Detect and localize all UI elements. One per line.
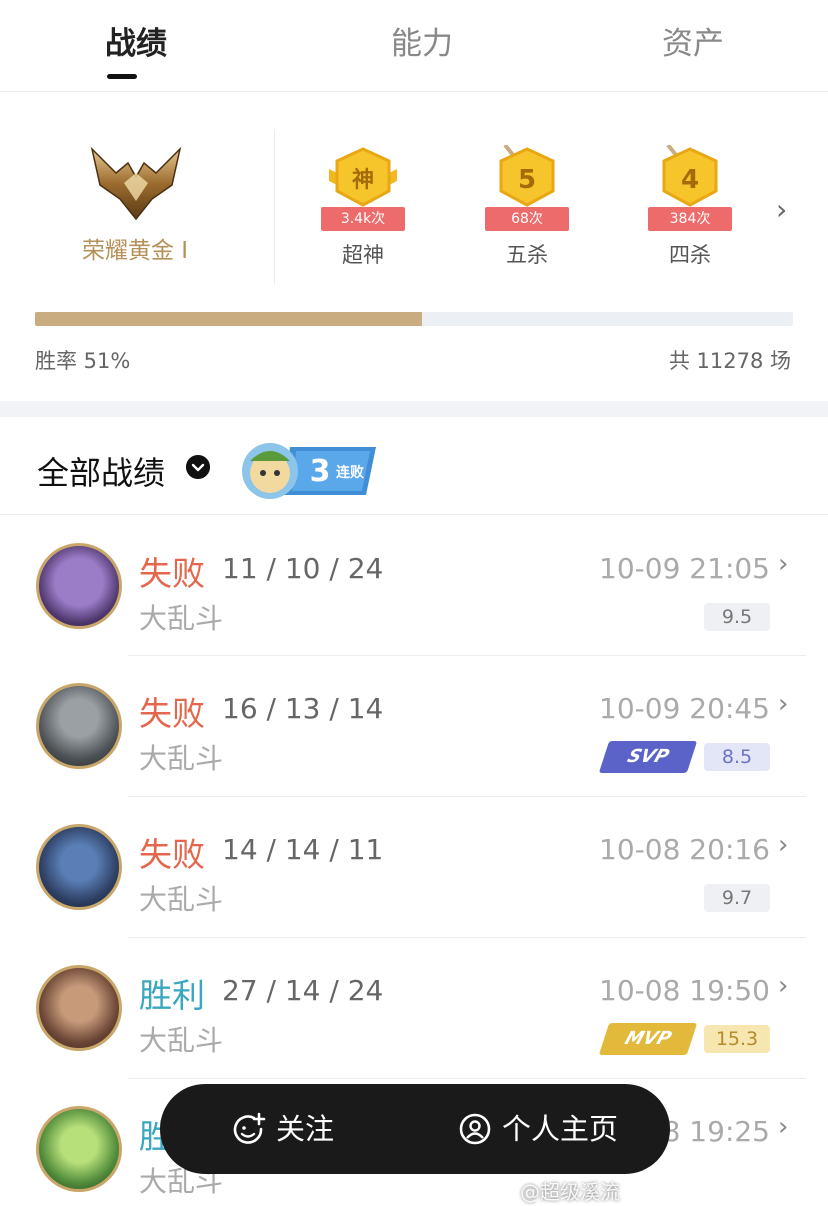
match-row[interactable]: 失败 11 / 10 / 24 大乱斗 10-09 21:05 › 9.5	[0, 515, 828, 656]
match-kda: 27 / 14 / 24	[222, 974, 384, 1007]
rank-name: 荣耀黄金 I	[81, 238, 189, 264]
match-time: 10-08 19:50	[599, 974, 770, 1007]
match-result: 胜利	[139, 976, 205, 1015]
match-result: 失败	[139, 694, 205, 733]
streak-number: 3	[310, 454, 331, 489]
match-score: 15.3	[704, 1025, 770, 1053]
match-row[interactable]: 胜利 27 / 14 / 24 大乱斗 10-08 19:50 › MVP 15…	[0, 937, 828, 1078]
floating-action-bar: 关注 个人主页	[160, 1084, 670, 1174]
match-score: 9.5	[704, 603, 770, 631]
achievement-count: 384次	[648, 207, 732, 231]
divider	[128, 1078, 806, 1079]
match-mode: 大乱斗	[139, 742, 224, 775]
watermark: @超级溪流	[520, 1180, 620, 1204]
profile-button[interactable]: 个人主页	[458, 1108, 658, 1150]
achievement-label: 超神	[342, 243, 384, 267]
achievement-label: 五杀	[506, 243, 548, 267]
winrate-bar-fill	[35, 312, 422, 326]
match-time: 10-09 20:45	[599, 692, 770, 725]
achievement-count: 3.4k次	[321, 207, 405, 231]
divider	[128, 655, 806, 656]
achievement-pentakill[interactable]: 5 68次 五杀	[472, 143, 582, 269]
achievement-count: 68次	[485, 207, 569, 231]
champion-avatar	[36, 824, 122, 910]
chevron-right-icon: ›	[778, 830, 789, 860]
chevron-right-icon: ›	[778, 549, 789, 579]
tab-ability[interactable]: 能力	[391, 18, 453, 63]
svp-badge: SVP	[598, 741, 698, 773]
match-mode: 大乱斗	[139, 1024, 224, 1057]
champion-avatar	[36, 543, 122, 629]
chevron-right-icon: ›	[778, 1112, 789, 1142]
section-gap	[0, 401, 828, 417]
match-row[interactable]: 失败 14 / 14 / 11 大乱斗 10-08 20:16 › 9.7	[0, 796, 828, 937]
medal-glyph: 神	[352, 167, 374, 193]
winrate-text: 胜率 51%	[35, 349, 131, 373]
champion-avatar	[36, 683, 122, 769]
champion-avatar	[36, 1106, 122, 1192]
section-title[interactable]: 全部战绩	[37, 448, 165, 494]
match-time: 10-09 21:05	[599, 552, 770, 585]
divider	[128, 796, 806, 797]
champion-avatar	[36, 965, 122, 1051]
chevron-right-icon: ›	[778, 971, 789, 1001]
total-games-text: 共 11278 场	[668, 349, 791, 373]
match-result: 失败	[139, 554, 205, 593]
losing-streak-badge-icon[interactable]: 3 连败	[238, 435, 378, 501]
match-mode: 大乱斗	[139, 883, 224, 916]
mvp-badge: MVP	[598, 1023, 698, 1055]
match-history-header: 全部战绩 3 连败	[0, 417, 828, 515]
profile-label: 个人主页	[502, 1112, 619, 1146]
active-tab-indicator	[107, 74, 137, 79]
match-time: 8 19:25	[662, 1115, 770, 1148]
match-kda: 16 / 13 / 14	[222, 692, 384, 725]
add-friend-icon	[233, 1112, 266, 1144]
match-result: 失败	[139, 835, 205, 874]
achievement-quadrakill[interactable]: 4 384次 四杀	[635, 143, 745, 269]
match-score: 9.7	[704, 884, 770, 912]
match-time: 10-08 20:16	[599, 833, 770, 866]
match-kda: 14 / 14 / 11	[222, 833, 384, 866]
follow-button[interactable]: 关注	[232, 1108, 432, 1150]
medal-glyph: 5	[518, 165, 536, 195]
achievement-label: 四杀	[669, 243, 711, 267]
rank-summary: 荣耀黄金 I 神 3.4k次 超神 5 68次 五杀 4 384次 四杀 › 胜…	[0, 93, 828, 401]
achievement-legendary[interactable]: 神 3.4k次 超神	[308, 145, 418, 269]
tab-record[interactable]: 战绩	[105, 18, 167, 63]
match-row[interactable]: 失败 16 / 13 / 14 大乱斗 10-09 20:45 › SVP 8.…	[0, 655, 828, 796]
winrate-bar	[35, 312, 793, 326]
match-kda: 11 / 10 / 24	[222, 552, 384, 585]
tab-assets[interactable]: 资产	[662, 18, 724, 63]
follow-label: 关注	[276, 1112, 335, 1146]
match-score: 8.5	[704, 743, 770, 771]
chevron-down-icon[interactable]	[186, 455, 210, 479]
match-mode: 大乱斗	[139, 602, 224, 635]
chevron-right-icon[interactable]: ›	[776, 193, 787, 226]
chevron-right-icon: ›	[778, 689, 789, 719]
divider	[274, 129, 275, 285]
profile-icon	[459, 1113, 491, 1145]
medal-glyph: 4	[681, 165, 699, 195]
gold-rank-emblem-icon	[90, 146, 182, 221]
top-tabs: 战绩 能力 资产	[0, 0, 828, 92]
divider	[128, 937, 806, 938]
streak-text: 连败	[336, 464, 365, 481]
